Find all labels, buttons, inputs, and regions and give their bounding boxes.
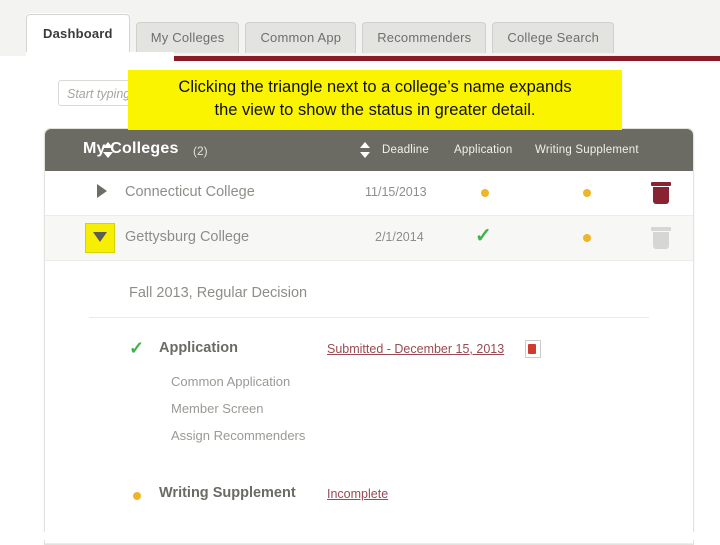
my-colleges-card: My Colleges (2) Deadline Application Wri…	[44, 128, 694, 545]
application-status-dot	[481, 189, 489, 197]
column-writing-supplement: Writing Supplement	[535, 144, 639, 156]
my-colleges-count: (2)	[193, 144, 208, 158]
tab-recommenders-label: Recommenders	[377, 30, 472, 45]
trash-body	[653, 232, 669, 249]
writing-supplement-status-link[interactable]: Incomplete	[327, 487, 388, 501]
tab-list: Dashboard My Colleges Common App Recomme…	[26, 14, 615, 53]
table-row[interactable]: Gettysburg College 2/1/2014 ✓	[45, 216, 693, 261]
application-status-link[interactable]: Submitted - December 15, 2013	[327, 342, 504, 356]
tab-common-app-label: Common App	[260, 30, 342, 45]
page-left-margin	[0, 56, 26, 540]
table-row[interactable]: Connecticut College 11/15/2013	[45, 171, 693, 216]
page-root: Dashboard My Colleges Common App Recomme…	[0, 0, 720, 545]
tab-college-search[interactable]: College Search	[492, 22, 615, 53]
college-name: Connecticut College	[125, 184, 255, 200]
writing-supplement-label: Writing Supplement	[159, 485, 296, 501]
application-subitem[interactable]: Member Screen	[171, 401, 693, 416]
application-subitem[interactable]: Common Application	[171, 374, 693, 389]
column-deadline: Deadline	[382, 144, 429, 156]
tab-common-app[interactable]: Common App	[245, 22, 357, 53]
tab-my-colleges-label: My Colleges	[150, 30, 225, 45]
detail-term: Fall 2013, Regular Decision	[129, 285, 308, 301]
trash-lid	[651, 182, 671, 186]
my-colleges-title: My Colleges	[83, 140, 179, 157]
writing-supplement-status-dot	[583, 234, 591, 242]
expand-triangle-icon[interactable]	[97, 184, 107, 198]
delete-college-icon[interactable]	[651, 227, 671, 249]
writing-supplement-status-dot	[583, 189, 591, 197]
writing-supplement-section: Writing Supplement Incomplete	[45, 485, 693, 507]
sort-asc-arrow	[360, 142, 370, 148]
page-bottom-margin	[0, 532, 720, 540]
delete-college-icon[interactable]	[651, 182, 671, 204]
annotation-line-2: the view to show the status in greater d…	[214, 101, 536, 119]
tab-college-search-label: College Search	[507, 30, 600, 45]
application-subitem[interactable]: Assign Recommenders	[171, 428, 693, 443]
trash-body	[653, 187, 669, 204]
column-application: Application	[454, 144, 513, 156]
college-name: Gettysburg College	[125, 229, 250, 245]
collapse-triangle-icon[interactable]	[93, 232, 107, 242]
tab-dashboard-label: Dashboard	[43, 26, 113, 41]
application-section: ✓ Application Submitted - December 15, 2…	[45, 338, 693, 362]
college-deadline: 11/15/2013	[365, 185, 427, 199]
detail-divider	[89, 317, 649, 318]
my-colleges-header: My Colleges (2) Deadline Application Wri…	[45, 129, 693, 171]
trash-lid	[651, 227, 671, 231]
check-icon: ✓	[129, 338, 145, 358]
tab-recommenders[interactable]: Recommenders	[362, 22, 487, 53]
college-deadline: 2/1/2014	[375, 230, 424, 244]
annotation-callout: Clicking the triangle next to a college’…	[128, 70, 622, 130]
pending-status-dot	[133, 492, 141, 500]
college-detail-panel: Fall 2013, Regular Decision ✓ Applicatio…	[45, 261, 693, 544]
application-status-check-icon: ✓	[475, 225, 492, 247]
pdf-icon[interactable]	[525, 340, 541, 358]
sort-deadline-icon[interactable]	[360, 142, 370, 158]
application-label: Application	[159, 340, 238, 356]
sort-desc-arrow	[360, 152, 370, 158]
annotation-line-1: Clicking the triangle next to a college’…	[178, 78, 572, 96]
tab-dashboard[interactable]: Dashboard	[26, 14, 130, 53]
tab-my-colleges[interactable]: My Colleges	[135, 22, 240, 53]
